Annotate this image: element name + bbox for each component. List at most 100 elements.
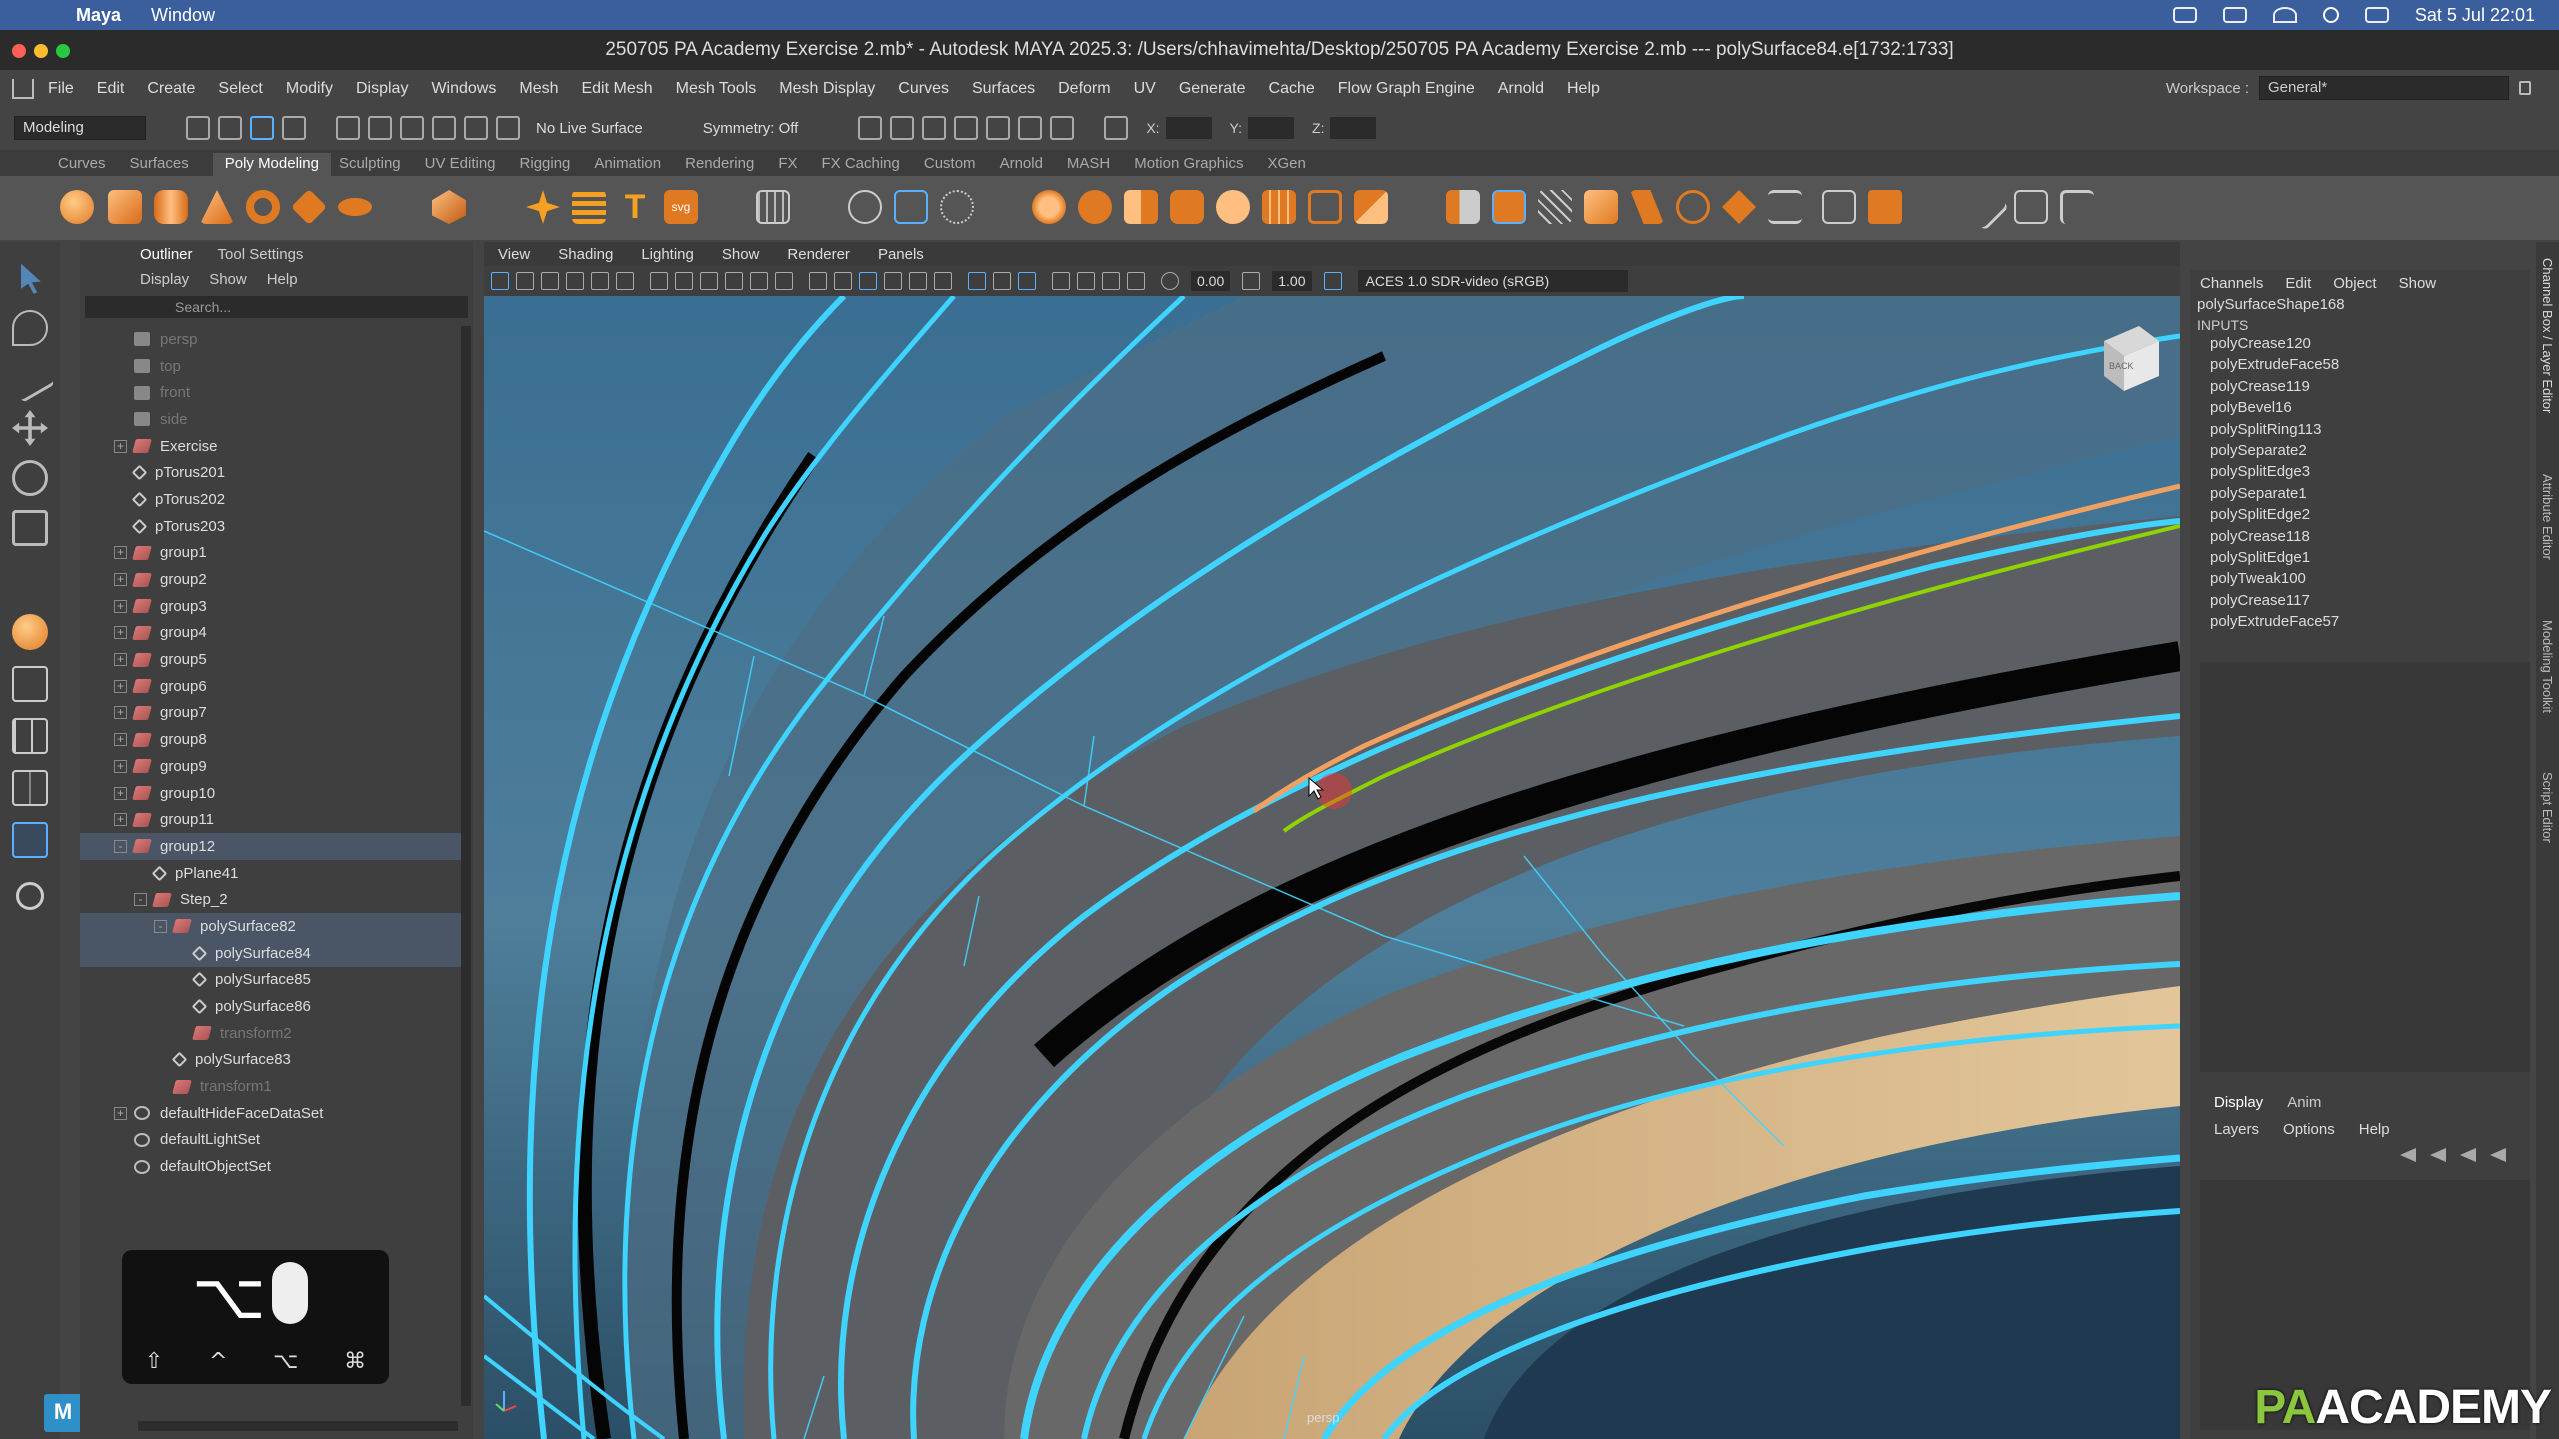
type-tool-icon[interactable]: T bbox=[618, 190, 652, 224]
shelf-tab-rendering[interactable]: Rendering bbox=[685, 155, 770, 176]
history-input-item[interactable]: polyBevel16 bbox=[2190, 397, 2530, 418]
use-all-lights-icon[interactable] bbox=[909, 272, 927, 290]
outliner-item[interactable]: + group1 bbox=[80, 540, 463, 567]
resolution-gate-icon[interactable] bbox=[700, 272, 718, 290]
super-shape-icon[interactable] bbox=[526, 190, 560, 224]
color-management-icon[interactable] bbox=[1323, 272, 1342, 290]
poly-plane-icon[interactable] bbox=[290, 188, 328, 226]
grease-pencil-icon[interactable] bbox=[616, 272, 634, 290]
exposure-icon[interactable] bbox=[1161, 272, 1179, 290]
expand-icon[interactable]: + bbox=[114, 786, 127, 800]
outliner-item[interactable]: - polySurface82 bbox=[80, 913, 463, 940]
dock-tab-script-editor[interactable]: Script Editor bbox=[2540, 772, 2555, 843]
menu-flow-graph-engine[interactable]: Flow Graph Engine bbox=[1338, 80, 1475, 98]
app-menu[interactable]: Maya bbox=[76, 5, 121, 26]
menu-curves[interactable]: Curves bbox=[898, 80, 949, 98]
gamma-icon[interactable] bbox=[1242, 272, 1261, 290]
battery-icon[interactable] bbox=[2222, 7, 2247, 23]
2d-pan-zoom-icon[interactable] bbox=[591, 272, 609, 290]
layer-menu-layers[interactable]: Layers bbox=[2214, 1121, 2259, 1138]
poly-cone-icon[interactable] bbox=[200, 190, 234, 224]
outliner-item[interactable]: + group11 bbox=[80, 806, 463, 833]
select-by-object-icon[interactable] bbox=[282, 116, 306, 140]
expand-icon[interactable]: + bbox=[114, 439, 127, 453]
menu-display[interactable]: Display bbox=[356, 80, 408, 98]
viewport-menu-show[interactable]: Show bbox=[722, 246, 760, 263]
poly-grid-icon[interactable] bbox=[1262, 190, 1296, 224]
outliner-vertical-scrollbar[interactable] bbox=[461, 326, 471, 1406]
viewport-menu-shading[interactable]: Shading bbox=[558, 246, 613, 263]
snap-grid-icon[interactable] bbox=[336, 116, 360, 140]
outliner-item[interactable]: front bbox=[80, 379, 463, 406]
z-field[interactable]: Z: bbox=[1312, 117, 1377, 139]
append-icon[interactable] bbox=[1308, 190, 1342, 224]
anti-aliasing-icon[interactable] bbox=[1018, 272, 1036, 290]
last-tool-icon[interactable] bbox=[12, 614, 48, 650]
outliner-item[interactable]: + group4 bbox=[80, 620, 463, 647]
xray-icon[interactable] bbox=[1077, 272, 1095, 290]
home-icon[interactable] bbox=[12, 79, 34, 99]
menu-help[interactable]: Help bbox=[1567, 80, 1600, 98]
menu-edit-mesh[interactable]: Edit Mesh bbox=[581, 80, 652, 98]
scale-tool-icon[interactable] bbox=[12, 510, 48, 546]
view-transform-dropdown[interactable]: ACES 1.0 SDR-video (sRGB) bbox=[1357, 270, 1628, 292]
menu-uv[interactable]: UV bbox=[1134, 80, 1156, 98]
new-layer-from-selection-icon[interactable] bbox=[2490, 1148, 2506, 1162]
move-tool-icon[interactable] bbox=[12, 410, 48, 446]
crease-tool-icon[interactable] bbox=[1768, 190, 1802, 224]
outliner-item[interactable]: + group10 bbox=[80, 780, 463, 807]
history-input-item[interactable]: polySplitRing113 bbox=[2190, 419, 2530, 440]
outliner-item[interactable]: polySurface83 bbox=[80, 1047, 463, 1074]
history-input-item[interactable]: polyCrease120 bbox=[2190, 333, 2530, 354]
y-field[interactable]: Y: bbox=[1230, 117, 1295, 139]
outliner-item[interactable]: + defaultHideFaceDataSet bbox=[80, 1100, 463, 1127]
bookmarks-icon[interactable] bbox=[541, 272, 559, 290]
snap-curve-icon[interactable] bbox=[368, 116, 392, 140]
menu-file[interactable]: File bbox=[48, 80, 74, 98]
xray-active-icon[interactable] bbox=[1102, 272, 1120, 290]
outliner-item[interactable]: transform2 bbox=[80, 1020, 463, 1047]
xray-joints-icon[interactable] bbox=[1127, 272, 1145, 290]
select-tool-icon[interactable] bbox=[21, 263, 41, 294]
outliner-item[interactable]: persp bbox=[80, 326, 463, 353]
outliner-item[interactable]: + group3 bbox=[80, 593, 463, 620]
modeling-toolkit-icon[interactable] bbox=[2060, 190, 2094, 224]
menu-edit[interactable]: Edit bbox=[97, 80, 125, 98]
collapse-icon[interactable]: - bbox=[114, 839, 127, 853]
dock-tab-attribute-editor[interactable]: Attribute Editor bbox=[2540, 474, 2555, 560]
outliner-item[interactable]: - Step_2 bbox=[80, 886, 463, 913]
viewport-menu-panels[interactable]: Panels bbox=[878, 246, 924, 263]
move-layer-down-icon[interactable] bbox=[2430, 1148, 2446, 1162]
two-pane-layout-icon[interactable] bbox=[12, 770, 48, 806]
move-layer-up-icon[interactable] bbox=[2400, 1148, 2416, 1162]
channel-box-menu-object[interactable]: Object bbox=[2333, 275, 2376, 292]
outliner-item[interactable]: + Exercise bbox=[80, 433, 463, 460]
poly-torus-icon[interactable] bbox=[246, 190, 280, 224]
history-input-item[interactable]: polySeparate1 bbox=[2190, 483, 2530, 504]
channel-box-menu-edit[interactable]: Edit bbox=[2285, 275, 2311, 292]
poly-cube-icon[interactable] bbox=[108, 190, 142, 224]
channel-box-menu-show[interactable]: Show bbox=[2399, 275, 2437, 292]
pause-render-icon[interactable] bbox=[1050, 116, 1075, 140]
extrude-icon[interactable] bbox=[1078, 190, 1112, 224]
expand-icon[interactable]: + bbox=[114, 573, 127, 587]
outliner-search-input[interactable]: Search... bbox=[85, 296, 468, 318]
shelf-tab-xgen[interactable]: XGen bbox=[1267, 155, 1321, 176]
outliner-menu-show[interactable]: Show bbox=[209, 271, 247, 288]
history-input-item[interactable]: polyExtrudeFace57 bbox=[2190, 611, 2530, 632]
shelf-tab-mash[interactable]: MASH bbox=[1067, 155, 1126, 176]
image-plane-icon[interactable] bbox=[566, 272, 584, 290]
edge-loop-icon[interactable] bbox=[1584, 190, 1618, 224]
outliner-item[interactable]: transform1 bbox=[80, 1073, 463, 1100]
outliner-item[interactable]: pPlane41 bbox=[80, 860, 463, 887]
shelf-tab-rigging[interactable]: Rigging bbox=[520, 155, 587, 176]
shelf-tab-poly-modeling[interactable]: Poly Modeling bbox=[212, 153, 331, 176]
render-settings-icon[interactable] bbox=[954, 116, 979, 140]
render-view-icon[interactable] bbox=[1018, 116, 1043, 140]
select-by-component-icon[interactable] bbox=[250, 116, 274, 140]
outliner-item[interactable]: + group7 bbox=[80, 700, 463, 727]
poly-disc-icon[interactable] bbox=[338, 198, 372, 216]
sweep-mesh-icon[interactable] bbox=[572, 190, 606, 224]
rotate-tool-icon[interactable] bbox=[12, 460, 48, 496]
history-input-item[interactable]: polySplitEdge3 bbox=[2190, 461, 2530, 482]
